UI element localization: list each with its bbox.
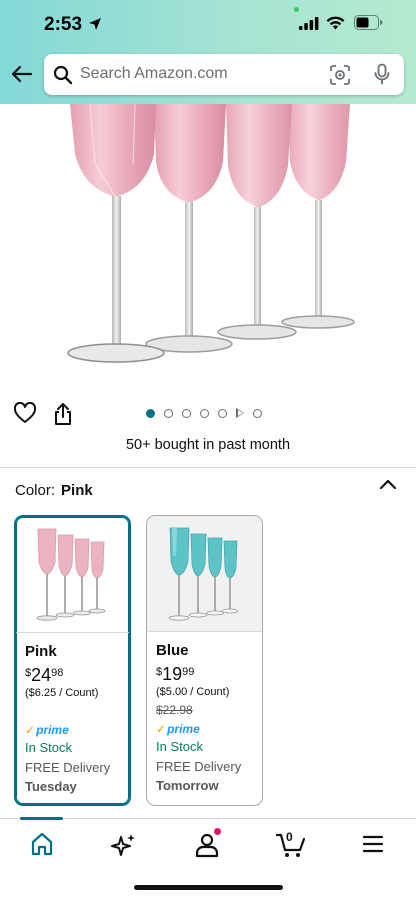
unit-price: ($5.00 / Count): [156, 686, 230, 698]
microphone-icon[interactable]: [373, 63, 391, 90]
delivery-label: FREE Delivery: [25, 760, 111, 775]
swatch-image-pink: [16, 517, 129, 632]
price-cents: 99: [182, 666, 195, 678]
swatch-image-blue: [147, 516, 262, 631]
cart-count: 0: [286, 830, 293, 844]
delivery-day: Tomorrow: [156, 778, 219, 793]
image-carousel-indicator[interactable]: [146, 407, 262, 419]
status-bar: 2:53: [0, 0, 416, 52]
wifi-icon: [326, 15, 345, 35]
color-swatch-blue[interactable]: Blue $19 99 ($5.00 / Count) $22.98 ✓prime…: [146, 515, 263, 806]
product-image[interactable]: [0, 104, 416, 380]
home-indicator[interactable]: [134, 885, 283, 890]
heart-icon[interactable]: [13, 401, 37, 426]
home-icon[interactable]: [28, 831, 58, 859]
chevron-up-icon[interactable]: [378, 478, 400, 498]
delivery-label: FREE Delivery: [156, 759, 242, 774]
price-whole: 24: [31, 665, 52, 685]
prime-label: prime: [36, 723, 69, 737]
camera-search-icon[interactable]: [329, 64, 351, 91]
search-input[interactable]: Search Amazon.com: [80, 65, 228, 83]
notification-dot: [214, 828, 221, 835]
battery-icon: [354, 15, 383, 35]
search-bar[interactable]: Search Amazon.com: [44, 54, 404, 95]
menu-icon[interactable]: [360, 831, 390, 859]
search-icon: [53, 65, 73, 90]
active-tab-indicator: [20, 817, 63, 820]
section-divider: [0, 467, 416, 468]
carousel-dot-1[interactable]: [146, 408, 155, 418]
stock-status: In Stock: [25, 740, 72, 755]
app-header: 2:53 Search Amazon.com: [0, 0, 416, 104]
carousel-dot-4[interactable]: [200, 408, 209, 418]
prime-check-icon: ✓: [25, 723, 36, 737]
cellular-signal-icon: [299, 17, 319, 35]
swatch-name: Blue: [156, 642, 189, 659]
swatch-name: Pink: [25, 643, 57, 660]
prime-badge: ✓prime: [156, 722, 200, 736]
prime-check-icon: ✓: [156, 722, 167, 736]
privacy-indicator-dot: [294, 7, 299, 12]
color-label: Color:: [15, 482, 56, 499]
swatch-price: $19 99: [156, 664, 194, 685]
video-play-icon[interactable]: [236, 408, 244, 418]
location-arrow-icon: [88, 17, 102, 36]
carousel-dot-3[interactable]: [182, 408, 191, 418]
list-price: $22.98: [156, 703, 193, 717]
stock-status: In Stock: [156, 739, 203, 754]
prime-label: prime: [167, 722, 200, 736]
swatch-separator: [147, 631, 262, 632]
bought-past-month: 50+ bought in past month: [125, 437, 291, 453]
swatch-price: $24 98: [25, 665, 63, 686]
carousel-dot-5[interactable]: [218, 408, 227, 418]
delivery-day: Tuesday: [25, 779, 77, 794]
unit-price: ($6.25 / Count): [25, 687, 99, 699]
color-swatch-pink[interactable]: Pink $24 98 ($6.25 / Count) ✓prime In Sto…: [14, 515, 131, 806]
price-whole: 19: [162, 664, 183, 684]
carousel-dot-2[interactable]: [164, 408, 173, 418]
color-selection-header: Color: Pink: [15, 482, 93, 499]
carousel-dot-7[interactable]: [253, 408, 262, 418]
swatch-separator: [16, 632, 129, 633]
back-arrow-icon[interactable]: [10, 62, 34, 86]
cart-icon[interactable]: 0: [275, 830, 306, 859]
share-icon[interactable]: [53, 402, 75, 426]
status-time: 2:53: [44, 14, 83, 35]
ai-sparkle-icon[interactable]: [110, 831, 140, 859]
account-icon[interactable]: [193, 828, 223, 859]
prime-badge: ✓prime: [25, 723, 69, 737]
selected-color-value: Pink: [61, 482, 93, 499]
price-cents: 98: [51, 667, 64, 679]
glass-image: [281, 104, 355, 329]
